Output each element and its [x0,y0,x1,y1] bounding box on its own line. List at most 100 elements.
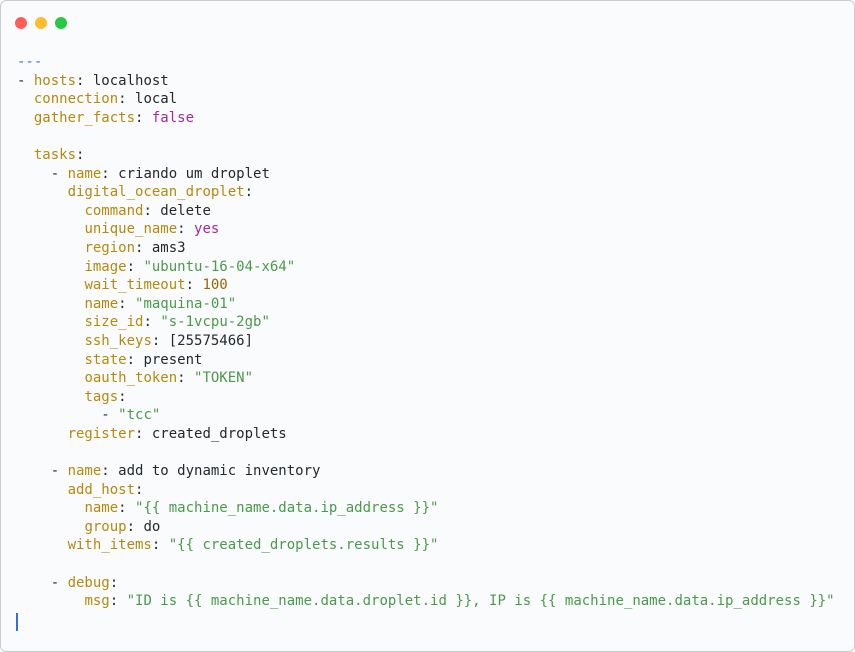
zoom-window-button[interactable] [55,17,67,29]
code-token-string: "tcc" [118,407,161,424]
code-token-plain: : [244,184,254,201]
code-token-keyword: false [151,109,195,126]
code-token-plain: : do [126,518,161,535]
code-line: - name: add to dynamic inventory [17,462,835,481]
code-token-plain: : [135,109,152,126]
code-line: - "tcc" [17,406,835,425]
code-token-number: 100 [202,277,228,294]
code-token-key: state [84,351,127,368]
code-token-key: ssh_keys [84,332,152,349]
code-line: unique_name: yes [17,220,835,239]
code-token-keyword: yes [194,221,220,238]
code-line: - name: criando um droplet [17,165,835,184]
code-token-plain: : [118,388,127,405]
code-token-string: "ubuntu-16-04-x64" [143,258,296,275]
code-token-plain: : [177,221,195,238]
code-token-plain: : local [118,91,178,108]
code-token-plain: : add to dynamic inventory [101,463,321,480]
code-token-plain: : [118,500,136,517]
code-token-key: hosts [33,72,77,89]
code-token-key: name [67,165,102,182]
code-token-plain: : criando um droplet [101,165,270,182]
code-token-plain: : [109,574,119,591]
code-line: size_id: "s-1vcpu-2gb" [17,313,835,332]
code-token-plain: : [177,370,195,387]
code-token-string: "maquina-01" [135,295,237,312]
code-token-key: wait_timeout [84,277,186,294]
code-token-plain: - [17,574,68,591]
code-token-key: gather_facts [33,109,136,126]
code-token-string: "s-1vcpu-2gb" [160,314,270,331]
code-token-plain: : [76,146,85,163]
code-token-key: connection [33,91,119,108]
code-token-string: "{{ machine_name.data.ip_address }}" [135,500,439,517]
code-token-key: debug [67,574,110,591]
code-token-plain: - [17,407,119,424]
code-token-plain: : [151,537,169,554]
code-line: command: delete [17,202,835,221]
code-token-plain: : created_droplets [135,425,287,442]
text-cursor [16,613,18,631]
code-line: ssh_keys: [25575466] [17,332,835,351]
code-line: state: present [17,351,835,370]
code-token-plain: : localhost [76,72,169,89]
code-token-string: "{{ created_droplets.results }}" [168,537,439,554]
code-token-key: name [67,463,102,480]
code-editor[interactable]: --- - hosts: localhost connection: local … [17,53,835,611]
code-token-plain: : [135,481,144,498]
code-token-key: digital_ocean_droplet [67,184,245,201]
code-token-key: add_host [67,481,136,498]
code-line: - debug: [17,574,835,593]
code-token-key: region [84,239,136,256]
code-token-plain: - [17,72,34,89]
code-token-plain: : ams3 [135,239,186,256]
code-token-key: size_id [84,314,144,331]
code-line: digital_ocean_droplet: [17,183,835,202]
code-token-string: "TOKEN" [194,370,254,387]
code-token-key: register [67,425,136,442]
close-window-button[interactable] [15,17,27,29]
code-token-key: group [84,518,127,535]
code-token-key: name [84,295,119,312]
code-line: name: "maquina-01" [17,295,835,314]
code-line: with_items: "{{ created_droplets.results… [17,536,835,555]
code-line: tags: [17,388,835,407]
code-token-plain: : [25575466] [151,332,254,349]
code-token-key: name [84,500,119,517]
code-line: oauth_token: "TOKEN" [17,369,835,388]
code-line: register: created_droplets [17,425,835,444]
code-token-marker: --- [17,54,43,70]
code-line: connection: local [17,90,835,109]
code-token-key: tasks [33,146,77,163]
code-token-key: msg [84,593,110,610]
code-token-key: unique_name [84,221,178,238]
code-line: name: "{{ machine_name.data.ip_address }… [17,499,835,518]
window-titlebar [1,1,854,45]
code-token-key: tags [84,388,119,405]
code-line: wait_timeout: 100 [17,276,835,295]
code-token-plain: : [185,277,203,294]
minimize-window-button[interactable] [35,17,47,29]
code-line: group: do [17,518,835,537]
code-line: region: ams3 [17,239,835,258]
code-line: tasks: [17,146,835,165]
code-token-string: "ID is {{ machine_name.data.droplet.id }… [126,593,835,610]
code-line: add_host: [17,481,835,500]
